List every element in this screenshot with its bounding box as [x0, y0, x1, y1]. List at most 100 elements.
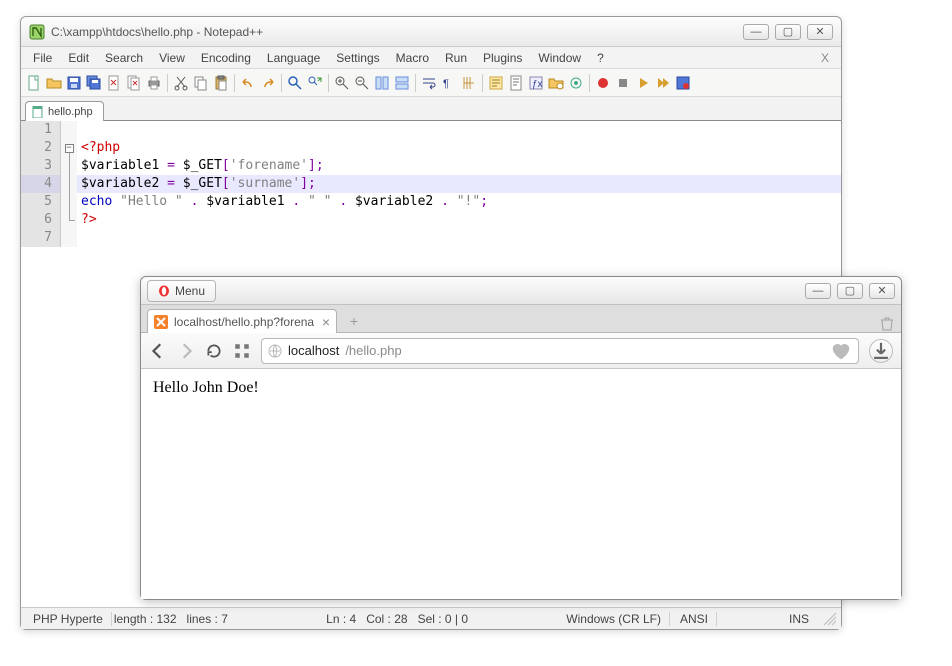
function-list-icon[interactable]: ƒx — [527, 74, 545, 92]
status-insert-mode: INS — [781, 612, 817, 626]
folder-as-workspace-icon[interactable] — [547, 74, 565, 92]
zoom-out-icon[interactable] — [353, 74, 371, 92]
status-encoding: ANSI — [672, 612, 717, 626]
line-number: 6 — [21, 211, 61, 229]
line-number: 2 — [21, 139, 61, 157]
opera-menu-label: Menu — [175, 284, 205, 298]
show-all-chars-icon[interactable]: ¶ — [440, 74, 458, 92]
opera-minimize-button[interactable]: — — [805, 283, 831, 299]
wordwrap-icon[interactable] — [420, 74, 438, 92]
address-path: /hello.php — [345, 343, 401, 358]
status-eol: Windows (CR LF) — [558, 612, 670, 626]
npp-statusbar: PHP Hyperte length : 132 lines : 7 Ln : … — [21, 607, 841, 629]
status-ln: Ln : 4 — [326, 612, 356, 626]
address-bar[interactable]: localhost/hello.php — [261, 338, 859, 364]
opera-tabstrip: localhost/hello.php?forena × + — [141, 305, 901, 333]
file-tab-label: hello.php — [48, 106, 93, 118]
status-length: length : 132 — [114, 612, 177, 626]
opera-browser-window: Menu — ▢ ✕ localhost/hello.php?forena × … — [140, 276, 902, 600]
play-multi-icon[interactable] — [654, 74, 672, 92]
status-sel: Sel : 0 | 0 — [418, 612, 468, 626]
status-col: Col : 28 — [366, 612, 407, 626]
npp-minimize-button[interactable]: — — [743, 24, 769, 40]
zoom-in-icon[interactable] — [333, 74, 351, 92]
save-icon[interactable] — [65, 74, 83, 92]
undo-icon[interactable] — [239, 74, 257, 92]
npp-maximize-button[interactable]: ▢ — [775, 24, 801, 40]
opera-menu-button[interactable]: Menu — [147, 280, 216, 302]
copy-icon[interactable] — [192, 74, 210, 92]
find-icon[interactable] — [286, 74, 304, 92]
browser-page-content: Hello John Doe! — [141, 369, 901, 599]
menu-search[interactable]: Search — [97, 49, 151, 67]
menu-settings[interactable]: Settings — [328, 49, 387, 67]
npp-toolbar: ¶ ƒx — [21, 69, 841, 97]
bookmark-heart-icon[interactable] — [830, 340, 852, 362]
menu-plugins[interactable]: Plugins — [475, 49, 530, 67]
browser-tab[interactable]: localhost/hello.php?forena × — [147, 309, 337, 333]
cut-icon[interactable] — [172, 74, 190, 92]
opera-toolbar: localhost/hello.php — [141, 333, 901, 369]
file-tab-hello-php[interactable]: hello.php — [25, 101, 104, 121]
print-icon[interactable] — [145, 74, 163, 92]
browser-tab-label: localhost/hello.php?forena — [174, 315, 316, 329]
line-number: 3 — [21, 157, 61, 175]
line-number: 5 — [21, 193, 61, 211]
menu-macro[interactable]: Macro — [388, 49, 437, 67]
opera-logo-icon — [158, 285, 170, 297]
close-all-icon[interactable] — [125, 74, 143, 92]
opera-maximize-button[interactable]: ▢ — [837, 283, 863, 299]
play-macro-icon[interactable] — [634, 74, 652, 92]
redo-icon[interactable] — [259, 74, 277, 92]
lang-udl-icon[interactable] — [487, 74, 505, 92]
replace-icon[interactable] — [306, 74, 324, 92]
menu-view[interactable]: View — [151, 49, 193, 67]
address-host: localhost — [288, 343, 339, 358]
page-info-icon[interactable] — [268, 344, 282, 358]
opera-titlebar[interactable]: Menu — ▢ ✕ — [141, 277, 901, 305]
reload-button[interactable] — [205, 342, 223, 360]
line-number: 7 — [21, 229, 61, 247]
closed-tabs-icon[interactable] — [879, 316, 895, 332]
fold-toggle-icon[interactable]: − — [65, 144, 74, 153]
sync-v-icon[interactable] — [373, 74, 391, 92]
menubar-close-button[interactable]: X — [813, 51, 837, 65]
line-number: 1 — [21, 121, 61, 139]
npp-title-text: C:\xampp\htdocs\hello.php - Notepad++ — [51, 25, 263, 39]
record-macro-icon[interactable] — [594, 74, 612, 92]
doc-map-icon[interactable] — [507, 74, 525, 92]
tab-close-icon[interactable]: × — [322, 314, 330, 330]
speed-dial-button[interactable] — [233, 342, 251, 360]
menu-file[interactable]: File — [25, 49, 60, 67]
menu-edit[interactable]: Edit — [60, 49, 97, 67]
save-macro-icon[interactable] — [674, 74, 692, 92]
new-file-icon[interactable] — [25, 74, 43, 92]
paste-icon[interactable] — [212, 74, 230, 92]
sync-h-icon[interactable] — [393, 74, 411, 92]
indent-guide-icon[interactable] — [460, 74, 478, 92]
svg-text:¶: ¶ — [443, 78, 449, 90]
svg-text:ƒx: ƒx — [532, 79, 543, 90]
resize-grip-icon[interactable] — [823, 612, 837, 626]
forward-button[interactable] — [177, 342, 195, 360]
new-tab-button[interactable]: + — [343, 310, 365, 332]
close-file-icon[interactable] — [105, 74, 123, 92]
menu-encoding[interactable]: Encoding — [193, 49, 259, 67]
npp-titlebar[interactable]: C:\xampp\htdocs\hello.php - Notepad++ — … — [21, 17, 841, 47]
monitoring-icon[interactable] — [567, 74, 585, 92]
opera-close-button[interactable]: ✕ — [869, 283, 895, 299]
stop-macro-icon[interactable] — [614, 74, 632, 92]
npp-app-icon — [29, 24, 45, 40]
save-all-icon[interactable] — [85, 74, 103, 92]
downloads-button[interactable] — [869, 339, 893, 363]
line-number: 4 — [21, 175, 61, 193]
status-lines: lines : 7 — [187, 612, 228, 626]
npp-close-button[interactable]: ✕ — [807, 24, 833, 40]
status-language: PHP Hyperte — [25, 612, 112, 626]
back-button[interactable] — [149, 342, 167, 360]
menu-window[interactable]: Window — [530, 49, 589, 67]
menu-help[interactable]: ? — [589, 49, 612, 67]
menu-run[interactable]: Run — [437, 49, 475, 67]
open-file-icon[interactable] — [45, 74, 63, 92]
menu-language[interactable]: Language — [259, 49, 328, 67]
